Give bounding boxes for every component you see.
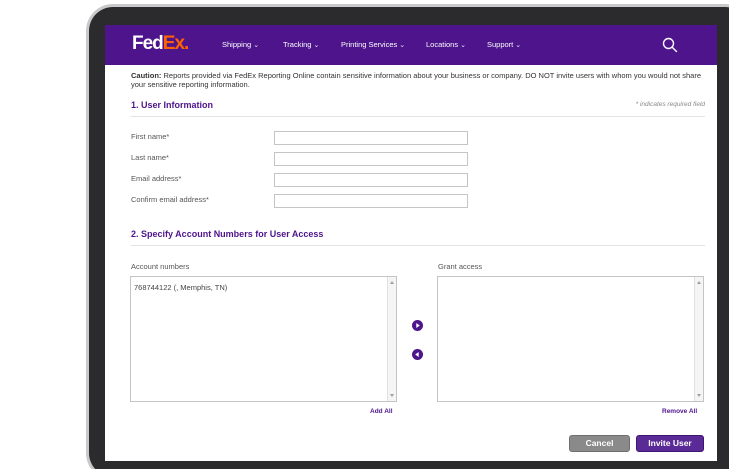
nav-item-label: Shipping — [222, 40, 252, 49]
fedex-logo[interactable]: FedEx. — [132, 33, 189, 54]
nav-item-support[interactable]: Support ⌄ — [487, 40, 521, 51]
chevron-down-icon: ⌄ — [399, 42, 406, 49]
chevron-down-icon: ⌄ — [313, 42, 320, 49]
add-all-link[interactable]: Add All — [370, 408, 393, 415]
cancel-button[interactable]: Cancel — [569, 435, 630, 452]
remove-all-link[interactable]: Remove All — [662, 408, 697, 415]
caution-message: Caution: Reports provided via FedEx Repo… — [131, 71, 705, 89]
section-title-account-numbers: 2. Specify Account Numbers for User Acce… — [131, 229, 324, 239]
listbox-scrollbar[interactable] — [694, 277, 703, 401]
remove-account-arrow-button[interactable] — [412, 349, 423, 360]
search-icon[interactable] — [661, 36, 679, 54]
email-address-input[interactable] — [274, 173, 468, 187]
arrow-right-icon — [416, 323, 420, 328]
chevron-down-icon: ⌄ — [460, 42, 466, 49]
confirm-email-input[interactable] — [274, 194, 468, 208]
account-numbers-label: Account numbers — [131, 262, 190, 271]
last-name-input[interactable] — [274, 152, 468, 166]
required-field-note: * indicates required field — [635, 101, 705, 108]
confirm-email-label: Confirm email address* — [131, 195, 209, 204]
section-divider — [131, 245, 705, 246]
account-option[interactable]: 768744122 (, Memphis, TN) — [134, 283, 227, 292]
logo-dot: . — [184, 33, 189, 54]
first-name-input[interactable] — [274, 131, 468, 145]
caution-text: Reports provided via FedEx Reporting Onl… — [131, 71, 701, 89]
add-account-arrow-button[interactable] — [412, 320, 423, 331]
screen: FedEx. Shipping ⌄ Tracking ⌄ Printing Serv… — [105, 25, 717, 461]
first-name-label: First name* — [131, 132, 170, 141]
account-numbers-listbox[interactable]: 768744122 (, Memphis, TN) — [130, 276, 397, 402]
chevron-down-icon: ⌄ — [515, 42, 522, 49]
nav-item-label: Printing Services — [341, 40, 398, 49]
nav-item-locations[interactable]: Locations ⌄ — [426, 40, 466, 51]
nav-item-label: Support — [487, 40, 514, 49]
grant-access-label: Grant access — [438, 262, 483, 271]
nav-item-printing-services[interactable]: Printing Services ⌄ — [341, 40, 405, 51]
section-title-user-information: 1. User Information — [131, 100, 214, 110]
listbox-scrollbar[interactable] — [387, 277, 396, 401]
email-address-label: Email address* — [131, 174, 182, 183]
invite-user-button[interactable]: Invite User — [636, 435, 704, 452]
nav-item-tracking[interactable]: Tracking ⌄ — [283, 40, 319, 51]
scroll-down-icon[interactable] — [697, 394, 701, 397]
nav-item-shipping[interactable]: Shipping ⌄ — [222, 40, 259, 51]
logo-ex: Ex — [162, 33, 185, 54]
scroll-up-icon[interactable] — [390, 281, 394, 284]
logo-fed: Fed — [132, 33, 164, 54]
scroll-up-icon[interactable] — [697, 281, 701, 284]
arrow-left-icon — [415, 352, 419, 357]
top-navigation-bar: FedEx. Shipping ⌄ Tracking ⌄ Printing Serv… — [105, 25, 717, 65]
grant-access-listbox[interactable] — [437, 276, 704, 402]
scroll-down-icon[interactable] — [390, 394, 394, 397]
nav-item-label: Tracking — [283, 40, 312, 49]
caution-label: Caution: — [131, 71, 162, 80]
section-divider — [131, 116, 705, 117]
chevron-down-icon: ⌄ — [253, 42, 260, 49]
last-name-label: Last name* — [131, 153, 169, 162]
nav-item-label: Locations — [426, 40, 459, 49]
